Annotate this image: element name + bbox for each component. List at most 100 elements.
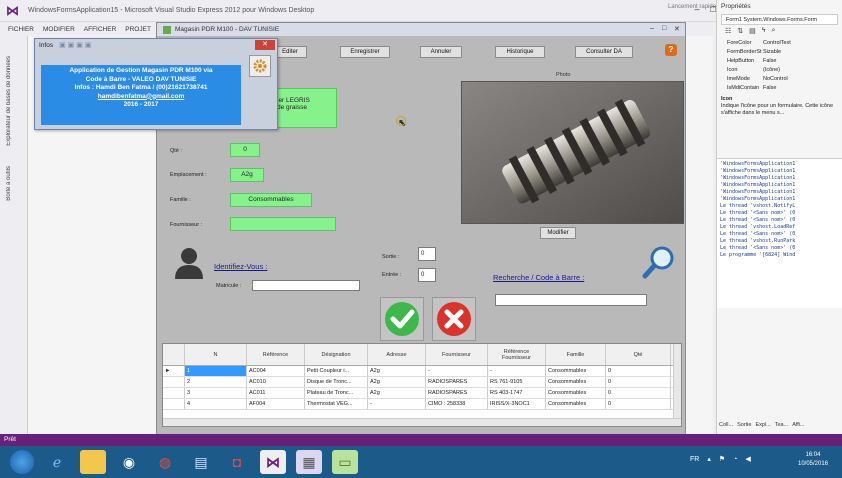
annuler-button[interactable]: Annuler bbox=[420, 46, 462, 58]
running-app-task-icon[interactable]: ▭ bbox=[332, 450, 358, 474]
grid-header-cell[interactable]: Famille bbox=[546, 344, 606, 365]
grid-cell[interactable]: Thermostat VEG... bbox=[305, 399, 368, 409]
grid-header-cell[interactable]: Fournisseur bbox=[426, 344, 488, 365]
grid-cell[interactable]: 1 bbox=[185, 366, 247, 376]
grid-cell[interactable]: 0 bbox=[606, 388, 671, 398]
grid-cell[interactable]: - bbox=[426, 366, 488, 376]
menu-afficher[interactable]: AFFICHER bbox=[84, 26, 117, 33]
grid-cell[interactable]: RADIOSPARES bbox=[426, 377, 488, 387]
property-value[interactable]: Sizable bbox=[763, 48, 842, 57]
tray-arrow-icon[interactable]: ▴ bbox=[707, 455, 711, 463]
tab-collections[interactable]: Coll... bbox=[719, 422, 733, 428]
grid-cell[interactable]: IRISS/X-3NOC1 bbox=[488, 399, 546, 409]
grid-cell[interactable]: CIMO : 258338 bbox=[426, 399, 488, 409]
barcode-input[interactable] bbox=[495, 294, 647, 306]
tab-sortie[interactable]: Sortie bbox=[737, 422, 751, 428]
entree-input[interactable]: 0 bbox=[418, 268, 436, 282]
events-icon[interactable]: ϟ bbox=[762, 27, 766, 39]
table-row[interactable]: 2 AC010 Disque de Tronc... A2g RADIOSPAR… bbox=[163, 377, 681, 388]
property-row[interactable]: ImeMode NoControl bbox=[717, 75, 842, 84]
articles-grid[interactable]: N Référence Désignation Adresse Fourniss… bbox=[162, 343, 682, 427]
snipping-tool-icon[interactable]: ◘ bbox=[224, 450, 250, 474]
grid-cell[interactable]: Plateau de Tronc... bbox=[305, 388, 368, 398]
calculator-icon[interactable]: ▤ bbox=[188, 450, 214, 474]
property-value[interactable]: False bbox=[763, 57, 842, 66]
table-row[interactable]: ► 1 AC004 Petit Coupleur i... A2g - - Co… bbox=[163, 366, 681, 377]
properties-object-selector[interactable]: Form1 System.Windows.Forms.Form bbox=[721, 14, 838, 25]
tab-explorer[interactable]: Expl... bbox=[755, 422, 770, 428]
grid-cell[interactable]: - bbox=[488, 366, 546, 376]
table-row[interactable]: 3 AC011 Plateau de Tronc... A2g RADIOSPA… bbox=[163, 388, 681, 399]
file-explorer-icon[interactable] bbox=[80, 450, 106, 474]
grid-header-cell[interactable]: Référence bbox=[247, 344, 305, 365]
grid-cell[interactable]: Consommables bbox=[546, 366, 606, 376]
language-icon[interactable]: FR bbox=[690, 456, 699, 463]
infos-close-button[interactable]: ✕ bbox=[255, 40, 275, 50]
grid-cell[interactable]: Petit Coupleur i... bbox=[305, 366, 368, 376]
grid-cell[interactable]: AC011 bbox=[247, 388, 305, 398]
table-row[interactable]: 4 AF004 Thermostat VEG... - CIMO : 25833… bbox=[163, 399, 681, 410]
help-button[interactable]: ? bbox=[665, 44, 677, 56]
media-player-icon[interactable]: ◉ bbox=[116, 450, 142, 474]
modifier-photo-button[interactable]: Modifier bbox=[540, 227, 576, 239]
grid-cell[interactable]: Disque de Tronc... bbox=[305, 377, 368, 387]
grid-cell[interactable]: RADIOSPARES bbox=[426, 388, 488, 398]
pages-icon[interactable]: ⌕ bbox=[772, 27, 776, 39]
grid-cell[interactable]: AC004 bbox=[247, 366, 305, 376]
alphabetical-icon[interactable]: ⇅ bbox=[737, 27, 743, 39]
cancel-button[interactable] bbox=[432, 297, 476, 341]
grid-header-cell[interactable]: Qté bbox=[606, 344, 671, 365]
grid-cell[interactable]: A2g bbox=[368, 388, 426, 398]
form-close-icon[interactable]: ✕ bbox=[674, 25, 683, 33]
property-row[interactable]: ForeColor ControlText bbox=[717, 39, 842, 48]
property-value[interactable]: False bbox=[763, 84, 842, 93]
settings-cog-button[interactable] bbox=[249, 55, 271, 77]
grid-cell[interactable]: AF004 bbox=[247, 399, 305, 409]
grid-cell[interactable]: A2g bbox=[368, 377, 426, 387]
grid-cell[interactable]: A2g bbox=[368, 366, 426, 376]
grid-cell[interactable]: Consommables bbox=[546, 377, 606, 387]
properties-icon[interactable]: ▤ bbox=[749, 27, 756, 39]
search-icon[interactable] bbox=[642, 245, 676, 279]
visual-studio-task-icon[interactable]: ⋈ bbox=[260, 450, 286, 474]
property-row[interactable]: Icon (Icône) bbox=[717, 66, 842, 75]
db-explorer-tab[interactable]: Explorateur de bases de données bbox=[6, 56, 12, 146]
historique-button[interactable]: Historique bbox=[495, 46, 545, 58]
tab-affichage[interactable]: Affi... bbox=[792, 422, 804, 428]
property-value[interactable]: NoControl bbox=[763, 75, 842, 84]
property-value[interactable]: ControlText bbox=[763, 39, 842, 48]
grid-cell[interactable]: 4 bbox=[185, 399, 247, 409]
categorized-icon[interactable]: ☷ bbox=[725, 27, 731, 39]
grid-cell[interactable]: 3 bbox=[185, 388, 247, 398]
confirm-button[interactable] bbox=[380, 297, 424, 341]
taskbar-clock[interactable]: 16:04 10/05/2016 bbox=[798, 451, 828, 469]
menu-fichier[interactable]: FICHIER bbox=[8, 26, 34, 33]
menu-projet[interactable]: PROJET bbox=[125, 26, 151, 33]
barcode-search-link[interactable]: Recherche / Code à Barre : bbox=[493, 273, 584, 282]
grid-header-cell[interactable]: Adresse bbox=[368, 344, 426, 365]
form-minimize-icon[interactable]: – bbox=[650, 25, 659, 33]
property-row[interactable]: HelpButton False bbox=[717, 57, 842, 66]
volume-icon[interactable]: ◀ bbox=[745, 455, 750, 463]
tab-team[interactable]: Tea... bbox=[775, 422, 788, 428]
chrome-icon[interactable]: ◍ bbox=[152, 450, 178, 474]
grid-cell[interactable]: 0 bbox=[606, 366, 671, 376]
grid-vertical-scrollbar[interactable] bbox=[673, 344, 681, 420]
property-row[interactable]: FormBorderSt Sizable bbox=[717, 48, 842, 57]
grid-horizontal-scrollbar[interactable] bbox=[163, 418, 681, 426]
property-row[interactable]: IsMdiContain False bbox=[717, 84, 842, 93]
identify-link[interactable]: Identifiez-Vous : bbox=[214, 262, 267, 271]
editer-button[interactable]: Editer bbox=[273, 46, 307, 58]
app-task-icon[interactable]: ▦ bbox=[296, 450, 322, 474]
grid-cell[interactable]: RS 403-1747 bbox=[488, 388, 546, 398]
infos-line[interactable]: hamdibenfatma@gmail.com bbox=[41, 93, 241, 102]
toolbox-tab[interactable]: Boîte à outils bbox=[6, 166, 12, 201]
grid-cell[interactable]: Consommables bbox=[546, 388, 606, 398]
grid-cell[interactable]: 2 bbox=[185, 377, 247, 387]
grid-cell[interactable]: Consommables bbox=[546, 399, 606, 409]
menu-modifier[interactable]: MODIFIER bbox=[43, 26, 75, 33]
enregistrer-button[interactable]: Enregistrer bbox=[340, 46, 390, 58]
minimize-icon[interactable]: – bbox=[692, 4, 702, 15]
grid-header-cell[interactable]: Désignation bbox=[305, 344, 368, 365]
internet-explorer-icon[interactable]: ℯ bbox=[44, 450, 70, 474]
